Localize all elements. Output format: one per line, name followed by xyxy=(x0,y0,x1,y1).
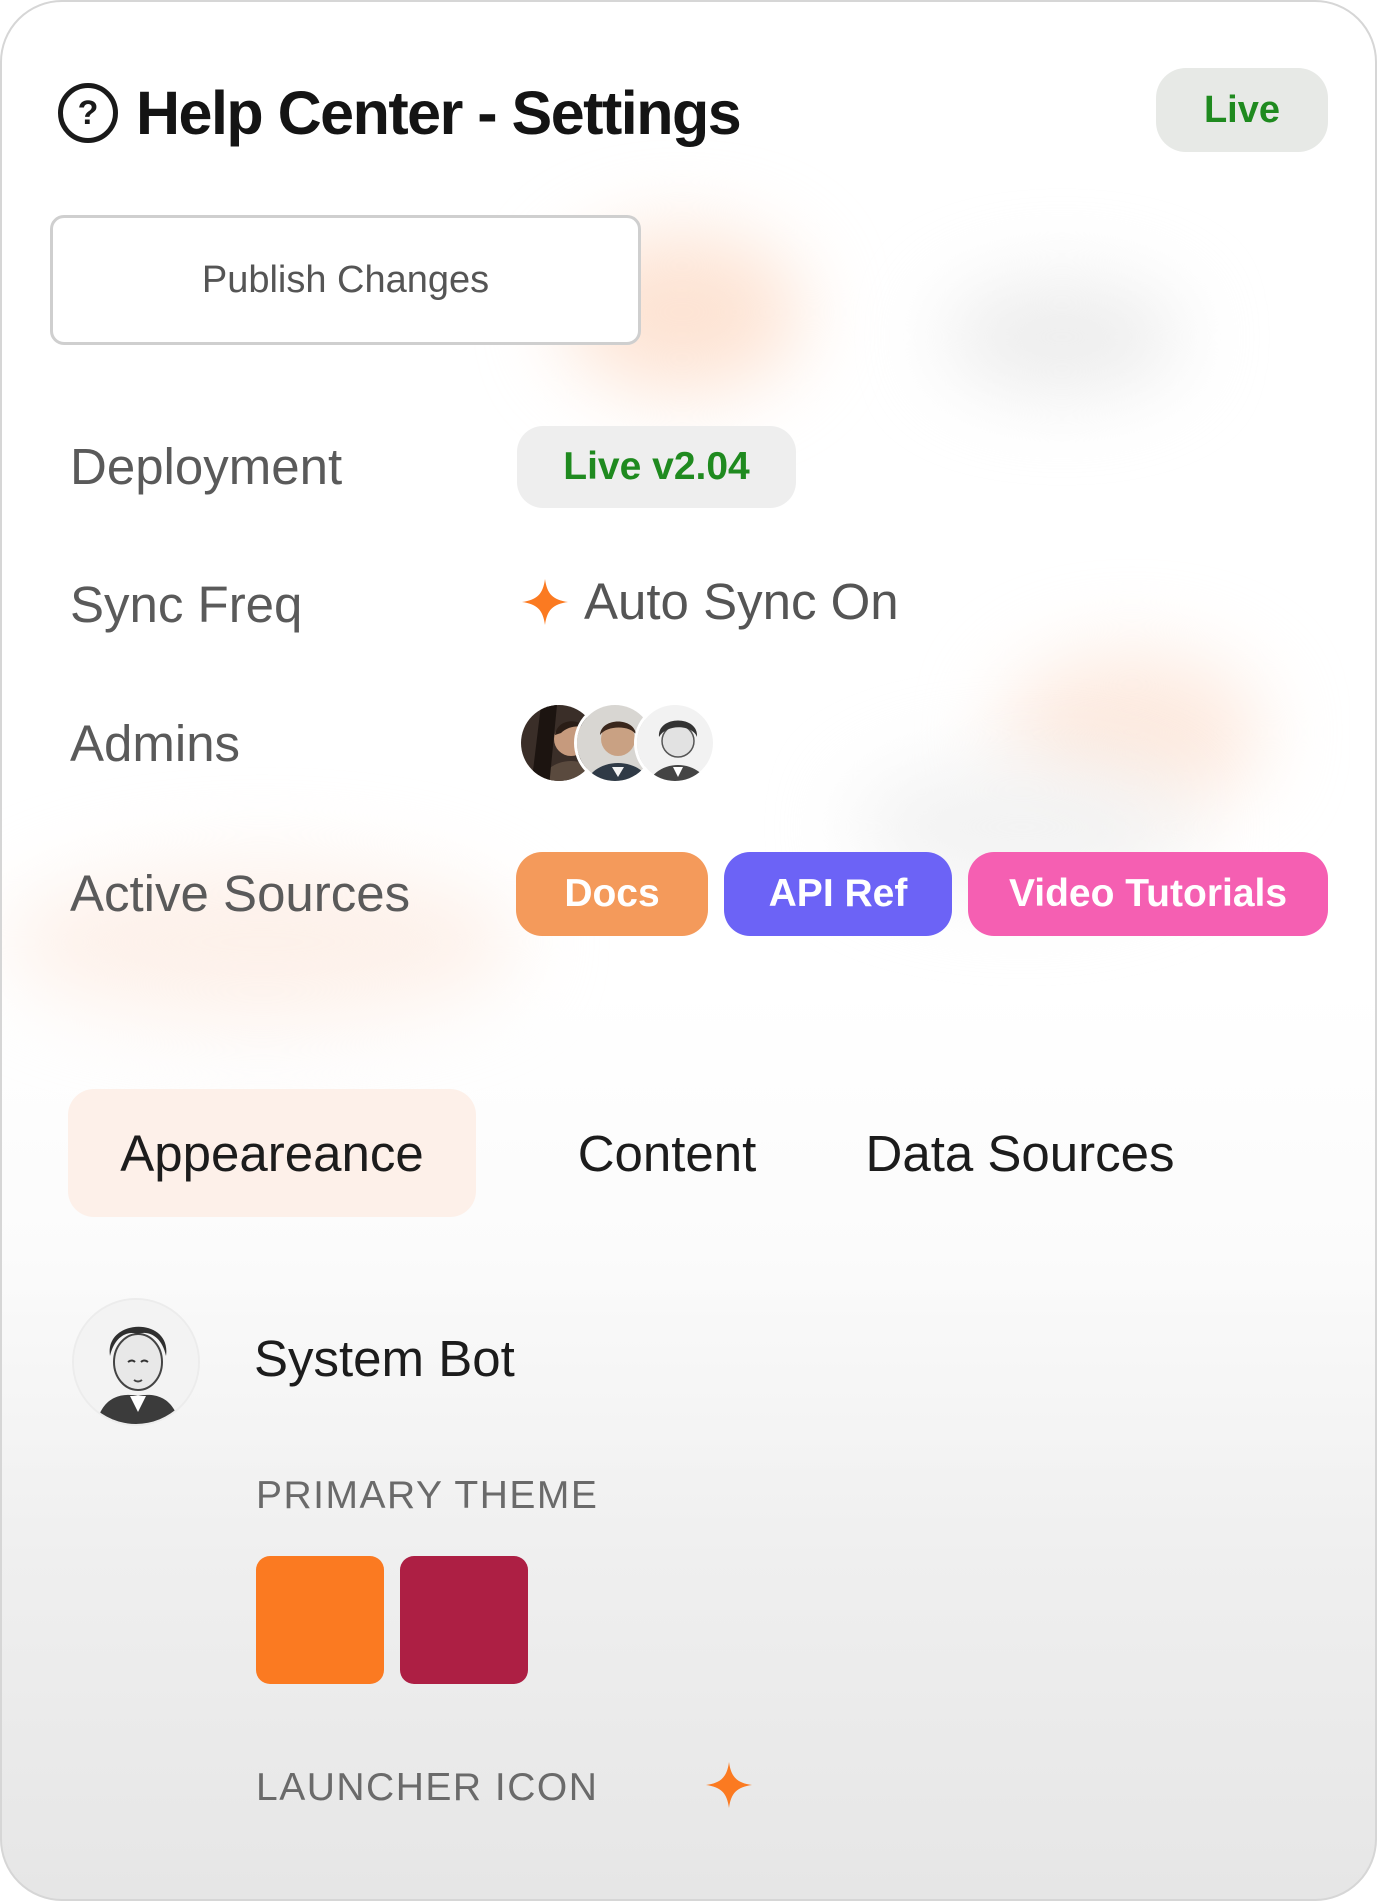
question-circle-icon[interactable]: ? xyxy=(58,83,118,143)
tab-data-sources[interactable]: Data Sources xyxy=(850,1089,1190,1217)
deployment-version-badge: Live v2.04 xyxy=(517,426,796,508)
sparkle-icon xyxy=(522,578,568,625)
source-chip-api-ref[interactable]: API Ref xyxy=(724,852,952,936)
sync-freq-label: Sync Freq xyxy=(70,576,303,633)
page-title-text: Help Center - Settings xyxy=(136,79,742,147)
background-blur xyxy=(942,282,1182,392)
publish-changes-button[interactable]: Publish Changes xyxy=(50,215,641,345)
auto-sync-status[interactable]: Auto Sync On xyxy=(520,572,899,631)
launcher-icon-label: LAUNCHER ICON xyxy=(256,1766,599,1809)
active-sources-label: Active Sources xyxy=(70,865,411,922)
bot-name: System Bot xyxy=(254,1330,515,1387)
tab-content[interactable]: Content xyxy=(550,1089,784,1217)
sparkle-icon[interactable] xyxy=(704,1760,754,1810)
bot-avatar[interactable] xyxy=(72,1298,200,1426)
deployment-label: Deployment xyxy=(70,438,343,495)
theme-swatch-orange[interactable] xyxy=(256,1556,384,1684)
status-badge: Live xyxy=(1156,68,1328,152)
page-title: ? Help Center - Settings xyxy=(58,78,742,148)
background-blur xyxy=(1002,652,1262,812)
primary-theme-label: PRIMARY THEME xyxy=(256,1474,599,1517)
settings-card: ? Help Center - Settings Live Publish Ch… xyxy=(0,0,1377,1901)
source-chip-video-tutorials[interactable]: Video Tutorials xyxy=(968,852,1328,936)
avatar[interactable] xyxy=(634,702,716,784)
theme-swatch-crimson[interactable] xyxy=(400,1556,528,1684)
admins-label: Admins xyxy=(70,715,241,772)
source-chip-docs[interactable]: Docs xyxy=(516,852,708,936)
auto-sync-label: Auto Sync On xyxy=(584,573,899,630)
tab-appearance[interactable]: Appeareance xyxy=(68,1089,476,1217)
